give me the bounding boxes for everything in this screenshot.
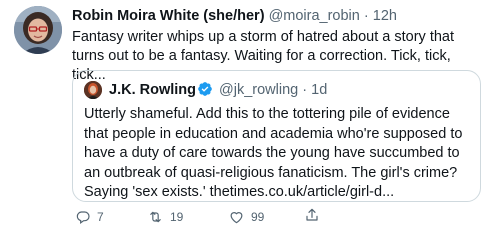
- profile-photo-icon: [84, 81, 102, 99]
- reply-count: 7: [97, 210, 104, 224]
- separator-dot: ·: [363, 8, 369, 24]
- author-handle[interactable]: @moira_robin: [269, 8, 360, 24]
- tweet-actions: 7 19 99: [72, 207, 482, 227]
- like-count: 99: [251, 210, 265, 224]
- reply-button[interactable]: 7: [75, 207, 104, 227]
- quoted-author-handle: @jk_rowling: [219, 82, 299, 98]
- share-button[interactable]: [304, 207, 326, 223]
- author-name[interactable]: Robin Moira White (she/her): [72, 8, 265, 24]
- reply-icon: [76, 211, 90, 224]
- retweet-icon: [150, 211, 161, 223]
- share-icon: [306, 208, 318, 221]
- quoted-author-avatar: [84, 81, 102, 99]
- tweet-header: Robin Moira White (she/her) @moira_robin…: [72, 7, 397, 25]
- quoted-tweet-time: 1d: [311, 82, 328, 98]
- quoted-author-name: J.K. Rowling: [109, 82, 196, 98]
- retweet-count: 19: [170, 210, 184, 224]
- tweet[interactable]: Robin Moira White (she/her) @moira_robin…: [0, 0, 494, 240]
- separator-dot: ·: [302, 82, 308, 98]
- heart-icon: [230, 212, 243, 224]
- author-avatar[interactable]: [14, 6, 62, 54]
- retweet-button[interactable]: 19: [147, 207, 183, 227]
- quoted-tweet[interactable]: J.K. Rowling @jk_rowling · 1d Utterly sh…: [72, 70, 481, 202]
- quoted-tweet-header: J.K. Rowling @jk_rowling · 1d: [109, 81, 327, 102]
- quoted-tweet-text: Utterly shameful. Add this to the totter…: [84, 106, 463, 200]
- profile-photo-icon: [14, 6, 62, 54]
- tweet-time[interactable]: 12h: [373, 8, 397, 24]
- verified-badge-icon: [197, 81, 213, 102]
- like-button[interactable]: 99: [228, 207, 264, 227]
